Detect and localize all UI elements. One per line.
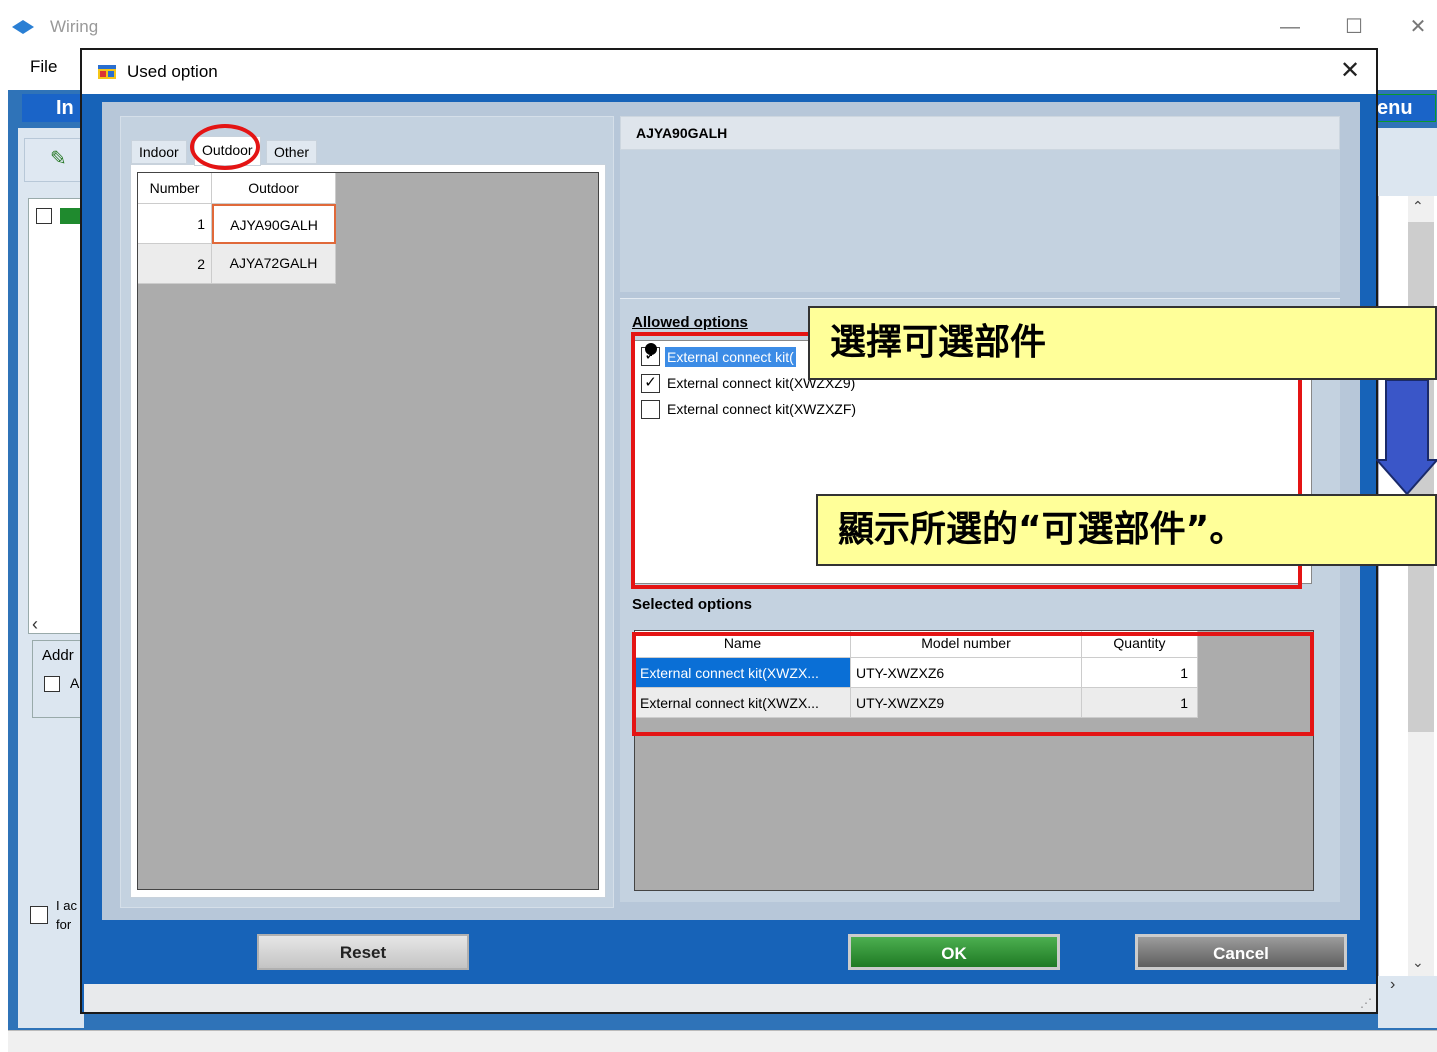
resize-grip-icon[interactable]: ⋰ [1360,996,1372,1010]
wiring-title: Wiring [50,17,99,36]
minimize-button[interactable]: — [1270,12,1310,42]
wiring-titlebar [0,8,1437,46]
address-label: Addr [42,647,74,664]
selected-options-label: Selected options [632,596,753,613]
edit-tool-icon[interactable]: ✎ [50,146,67,171]
model-info-area [620,150,1340,292]
menu-file[interactable]: File [30,57,57,77]
dialog-status-strip [84,984,1376,1012]
form-icon [98,65,116,79]
tab-other[interactable]: Other [266,140,318,164]
dialog-close-button[interactable]: ✕ [1340,56,1360,85]
accept-text: I ac for [56,898,77,932]
outdoor-row-model-selected[interactable]: AJYA90GALH [212,204,336,244]
accept-checkbox[interactable] [30,906,48,924]
allowed-options-label: Allowed options [632,314,748,331]
column-header-number[interactable]: Number [138,173,212,204]
cancel-button[interactable]: Cancel [1135,934,1347,970]
reset-button[interactable]: Reset [257,934,469,970]
scroll-right-icon[interactable]: › [1390,976,1395,994]
scroll-down-icon[interactable]: ⌄ [1412,954,1424,971]
highlight-selected-options [632,632,1314,736]
tab-indoor[interactable]: Indoor [131,140,187,164]
status-bar [8,1030,1437,1052]
ok-button[interactable]: OK [848,934,1060,970]
outdoor-row-number[interactable]: 1 [138,204,212,244]
down-arrow-icon [1376,380,1437,494]
callout-pointer-line [650,346,652,356]
address-checkbox[interactable] [44,676,60,692]
callout-select-options: 選擇可選部件 [808,306,1437,380]
scroll-left-icon[interactable]: ‹ [32,614,38,635]
column-header-outdoor[interactable]: Outdoor [212,173,336,204]
maximize-button[interactable]: ☐ [1334,12,1374,42]
address-checkbox-label: A [70,675,80,691]
scroll-up-icon[interactable]: ⌃ [1412,198,1424,215]
outdoor-row-number[interactable]: 2 [138,244,212,284]
bg-tree-view [28,198,84,634]
bg-tab-menu[interactable]: enu [1376,94,1436,122]
dialog-title: Used option [127,62,218,81]
folder-icon [60,208,82,224]
app-diamond-icon [12,20,34,34]
selected-model-name: AJYA90GALH [636,125,728,141]
bg-tab-left[interactable]: In [22,94,84,122]
outdoor-row-model[interactable]: AJYA72GALH [212,244,336,284]
highlight-outdoor-tab [190,124,260,170]
selected-model-header [620,116,1340,150]
dialog-titlebar [82,50,1376,94]
window-close-button[interactable]: ✕ [1398,12,1437,42]
callout-show-selected: 顯示所選的“可選部件”。 [816,494,1437,566]
tree-checkbox[interactable] [36,208,52,224]
